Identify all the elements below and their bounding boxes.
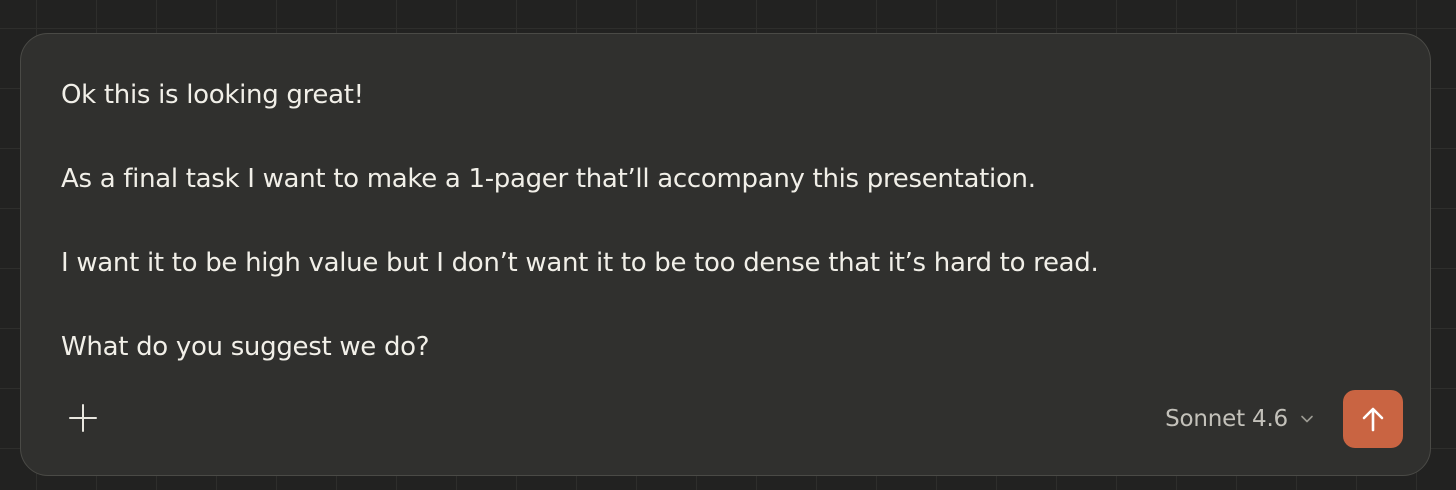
model-label: Sonnet 4.6 bbox=[1165, 406, 1288, 432]
message-composer: Ok this is looking great! As a final tas… bbox=[20, 33, 1431, 476]
add-attachment-button[interactable] bbox=[61, 396, 105, 440]
message-line: What do you suggest we do? bbox=[61, 332, 430, 362]
message-line: As a final task I want to make a 1-pager… bbox=[61, 164, 1036, 194]
message-input[interactable]: Ok this is looking great! As a final tas… bbox=[61, 74, 1390, 368]
chevron-down-icon bbox=[1301, 415, 1313, 423]
arrow-up-icon bbox=[1362, 407, 1384, 432]
message-line: I want it to be high value but I don’t w… bbox=[61, 248, 1099, 278]
model-selector[interactable]: Sonnet 4.6 bbox=[1165, 400, 1314, 438]
send-button[interactable] bbox=[1343, 390, 1403, 448]
message-line: Ok this is looking great! bbox=[61, 80, 364, 110]
plus-icon bbox=[69, 404, 97, 432]
